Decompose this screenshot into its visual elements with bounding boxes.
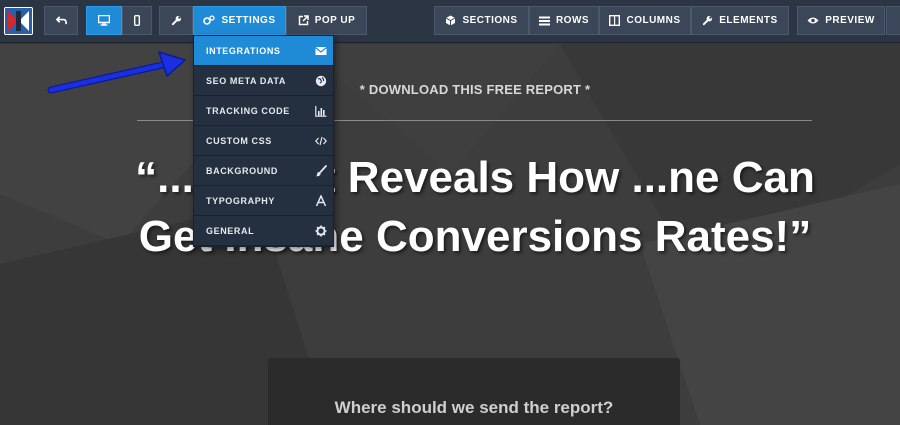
external-link-icon	[298, 15, 309, 26]
desktop-view-button[interactable]	[86, 6, 122, 35]
bar-chart-icon	[315, 106, 327, 117]
menu-item-label: BACKGROUND	[206, 165, 278, 176]
preview-button[interactable]: PREVIEW	[797, 6, 885, 35]
code-icon	[315, 136, 327, 146]
menu-item-seo-meta-data[interactable]: SEO META DATA	[194, 66, 333, 96]
settings-button[interactable]: SETTINGS	[193, 6, 286, 35]
sections-label: SECTIONS	[462, 15, 518, 26]
globe-icon	[315, 75, 327, 87]
optin-form-box[interactable]: Where should we send the report?	[268, 358, 680, 425]
clickfunnels-logo-icon[interactable]	[4, 7, 33, 35]
menu-item-tracking-code[interactable]: TRACKING CODE	[194, 96, 333, 126]
columns-label: COLUMNS	[626, 15, 681, 26]
desktop-icon	[98, 15, 110, 26]
mobile-view-button[interactable]	[122, 6, 152, 35]
undo-icon	[55, 16, 67, 25]
page-canvas: * DOWNLOAD THIS FREE REPORT * “...Report…	[0, 44, 900, 425]
menu-item-typography[interactable]: TYPOGRAPHY	[194, 186, 333, 216]
popup-label: POP UP	[314, 15, 356, 26]
undo-button[interactable]	[44, 6, 78, 35]
wrench-icon	[171, 15, 181, 26]
elements-button[interactable]: ELEMENTS	[691, 6, 789, 35]
menu-item-label: TYPOGRAPHY	[206, 195, 276, 206]
settings-label: SETTINGS	[221, 15, 276, 26]
gears-icon	[203, 15, 216, 25]
wrench-button[interactable]	[159, 6, 193, 35]
wrench-icon	[703, 15, 713, 26]
font-icon	[315, 195, 327, 207]
menu-item-general[interactable]: GENERAL	[194, 216, 333, 246]
menu-item-label: GENERAL	[206, 225, 255, 236]
form-question: Where should we send the report?	[334, 398, 614, 417]
menu-item-custom-css[interactable]: CUSTOM CSS	[194, 126, 333, 156]
cube-icon	[446, 15, 456, 26]
eye-icon	[807, 17, 819, 24]
menu-item-background[interactable]: BACKGROUND	[194, 156, 333, 186]
annotation-arrow-icon	[47, 50, 187, 94]
sections-button[interactable]: SECTIONS	[434, 6, 529, 35]
menu-item-label: SEO META DATA	[206, 75, 286, 86]
brush-icon	[315, 165, 327, 177]
gear-icon	[315, 225, 327, 237]
columns-icon	[609, 15, 621, 26]
mobile-icon	[134, 15, 140, 26]
rows-button[interactable]: ROWS	[529, 6, 599, 35]
popup-button[interactable]: POP UP	[286, 6, 367, 35]
elements-label: ELEMENTS	[719, 15, 778, 26]
menu-item-label: INTEGRATIONS	[206, 45, 281, 56]
settings-dropdown: INTEGRATIONS SEO META DATA TRACKING CODE…	[193, 35, 334, 247]
preview-label: PREVIEW	[825, 15, 875, 26]
toolbar-overflow-button[interactable]	[886, 6, 900, 35]
editor-toolbar: SETTINGS POP UP SECTIONS ROWS COLUMNS EL…	[0, 0, 900, 43]
envelope-icon	[315, 47, 327, 55]
rows-icon	[538, 16, 550, 25]
menu-item-integrations[interactable]: INTEGRATIONS	[194, 36, 333, 66]
rows-label: ROWS	[555, 15, 590, 26]
menu-item-label: CUSTOM CSS	[206, 135, 272, 146]
columns-button[interactable]: COLUMNS	[599, 6, 691, 35]
menu-item-label: TRACKING CODE	[206, 105, 290, 116]
